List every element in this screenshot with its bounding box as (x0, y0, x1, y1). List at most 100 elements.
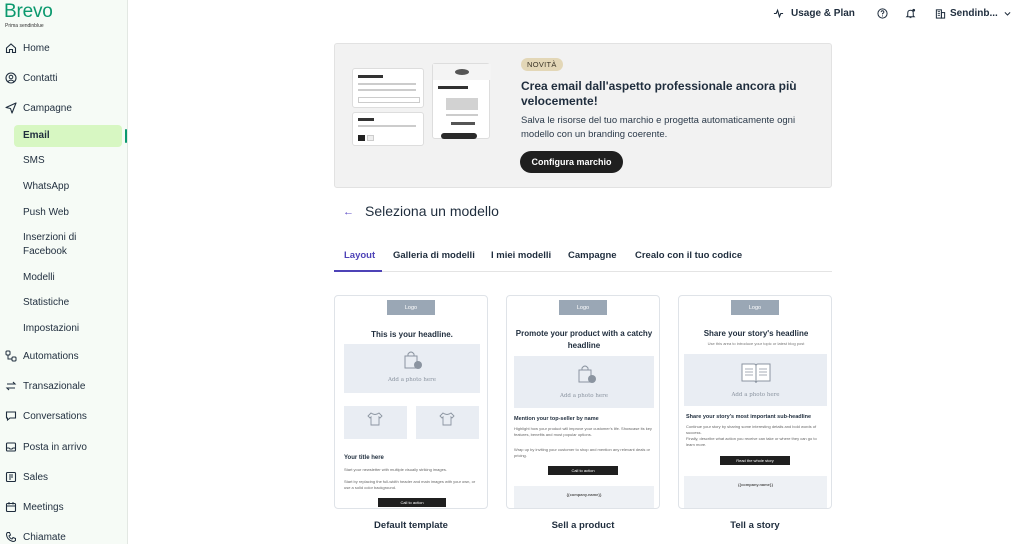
sidebar-item-chiamate[interactable]: Chiamate (0, 526, 128, 544)
photo-placeholder: Add a photo here (684, 354, 827, 406)
chat-icon (5, 410, 17, 422)
active-tab-indicator (334, 270, 382, 272)
brevo-logo[interactable]: Brevo Prima sendinblue (4, 1, 53, 30)
notifications-button[interactable] (905, 6, 916, 20)
template-headline: Share your story's headline (703, 329, 809, 338)
template-footer-preview: {{company.name}} (514, 486, 654, 508)
home-icon (5, 42, 17, 54)
sidebar-item-label: Posta in arrivo (23, 441, 87, 453)
contacts-icon (5, 72, 17, 84)
template-cta-preview: Read the whole story (720, 456, 790, 465)
sidebar-item-label: Home (23, 42, 50, 54)
tshirt-icon (439, 412, 455, 431)
logo-text: Brevo (4, 1, 53, 22)
calendar-icon (5, 501, 17, 513)
logo-subtext: Prima sendinblue (5, 23, 44, 29)
template-cta-preview: Call to action (548, 466, 618, 475)
sidebar-item-campagne[interactable]: Campagne (0, 97, 128, 119)
template-headline: Promote your product with a catchy headl… (515, 329, 653, 350)
activity-icon (773, 8, 784, 19)
template-card-tell-story[interactable]: Logo Share your story's headline Use thi… (678, 295, 832, 509)
template-card-sell-product[interactable]: Logo Promote your product with a catchy … (506, 295, 660, 509)
phone-icon (5, 531, 17, 543)
account-name: Sendinb... (950, 7, 998, 19)
account-menu[interactable]: Sendinb... (935, 6, 1012, 20)
tab-galleria-modelli[interactable]: Galleria di modelli (393, 250, 475, 261)
template-subheadline: Use this area to introduce your topic or… (707, 341, 805, 346)
page-title: Seleziona un modello (365, 203, 499, 219)
template-subtitle: Your title here (344, 455, 384, 461)
help-icon (877, 7, 888, 19)
template-subtitle: Share your story's most important sub-he… (686, 414, 812, 420)
back-arrow-icon[interactable]: ← (343, 206, 354, 218)
sidebar-item-label: Transazionale (23, 380, 86, 392)
photo-placeholder: Add a photo here (344, 344, 480, 393)
automations-icon (5, 350, 17, 362)
banner-illustration-email-preview (432, 63, 491, 139)
sales-icon (5, 471, 17, 483)
tshirt-icon (367, 412, 383, 431)
shopping-bag-icon (576, 364, 596, 389)
book-icon (740, 361, 772, 390)
template-card-default[interactable]: Logo This is your headline. Add a photo … (334, 295, 488, 509)
banner-illustration-colors-card (352, 112, 424, 146)
new-badge: NOVITÀ (521, 58, 563, 71)
sidebar-item-label: Campagne (23, 102, 72, 114)
sidebar-subitem-impostazioni[interactable]: Impostazioni (23, 322, 79, 336)
chevron-down-icon (1003, 9, 1012, 18)
sidebar-item-label: Contatti (23, 72, 58, 84)
template-logo-placeholder: Logo (387, 300, 435, 315)
template-logo-placeholder: Logo (731, 300, 779, 315)
template-body-text: Start your newsletter with multiple visu… (344, 467, 447, 472)
building-icon (935, 8, 946, 19)
configure-brand-button[interactable]: Configura marchio (520, 151, 623, 173)
sidebar-subitem-push-web[interactable]: Push Web (23, 206, 69, 220)
template-name-tell-story: Tell a story (730, 520, 780, 531)
company-name-placeholder: {{company.name}} (566, 492, 602, 497)
sidebar-item-automations[interactable]: Automations (0, 345, 128, 367)
template-tabs: Layout Galleria di modelli I miei modell… (334, 247, 832, 272)
banner-title: Crea email dall'aspetto professionale an… (521, 79, 797, 108)
sidebar-item-label: Sales (23, 471, 49, 483)
sidebar-subitem-sms[interactable]: SMS (23, 154, 45, 168)
tab-layout[interactable]: Layout (344, 250, 375, 261)
template-subtitle: Mention your top-seller by name (514, 416, 599, 422)
template-body-text: Finally, describe what action you receiv… (686, 436, 817, 447)
usage-plan-link[interactable]: Usage & Plan (773, 6, 855, 20)
product-image-placeholder (416, 406, 479, 439)
sidebar-item-conversations[interactable]: Conversations (0, 405, 128, 427)
sidebar-item-transazionale[interactable]: Transazionale (0, 375, 128, 397)
template-logo-placeholder: Logo (559, 300, 607, 315)
sidebar-subitem-email[interactable]: Email (14, 125, 122, 147)
banner-description: Salva le risorse del tuo marchio e proge… (521, 115, 796, 140)
usage-plan-label: Usage & Plan (791, 7, 855, 19)
shopping-bag-icon (402, 350, 422, 375)
sidebar-item-label: Conversations (23, 410, 87, 422)
template-name-sell-product: Sell a product (551, 520, 615, 531)
sidebar-subitem-facebook-ads[interactable]: Inserzioni di Facebook (23, 231, 93, 259)
product-image-placeholder (344, 406, 407, 439)
photo-placeholder-text: Add a photo here (731, 392, 780, 398)
bell-icon (905, 8, 916, 19)
sidebar-item-home[interactable]: Home (0, 37, 128, 59)
send-icon (5, 102, 17, 114)
template-body-text: Highlight how your product will improve … (514, 426, 652, 437)
sidebar-subitem-modelli[interactable]: Modelli (23, 271, 55, 285)
tab-crealo-codice[interactable]: Crealo con il tuo codice (635, 250, 742, 261)
sidebar-subitem-statistiche[interactable]: Statistiche (23, 296, 69, 310)
template-body-text: Continue your story by sharing some inte… (686, 424, 817, 435)
template-body-text: Wrap up by inviting your customer to sho… (514, 447, 650, 458)
template-cta-preview: Call to action (378, 498, 446, 507)
help-button[interactable] (877, 6, 888, 20)
tab-miei-modelli[interactable]: I miei modelli (491, 250, 551, 261)
sidebar-subitem-whatsapp[interactable]: WhatsApp (23, 180, 69, 194)
sidebar-item-meetings[interactable]: Meetings (0, 496, 128, 518)
sidebar-item-posta-in-arrivo[interactable]: Posta in arrivo (0, 436, 128, 458)
template-body-text: Start by replacing the full-width header… (344, 479, 476, 490)
company-name-placeholder: {{company.name}} (737, 482, 774, 487)
sidebar-item-label: Automations (23, 350, 79, 362)
sidebar-item-sales[interactable]: Sales (0, 466, 128, 488)
tab-campagne[interactable]: Campagne (568, 250, 617, 261)
sidebar-item-label: Chiamate (23, 531, 66, 543)
sidebar-item-contatti[interactable]: Contatti (0, 67, 128, 89)
